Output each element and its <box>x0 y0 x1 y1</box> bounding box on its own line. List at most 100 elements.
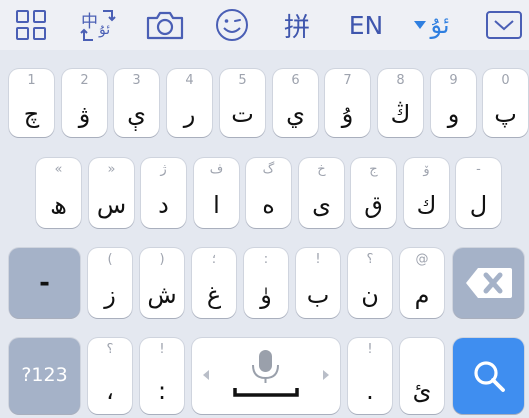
camera-icon[interactable] <box>142 0 188 50</box>
letter-key[interactable]: 7ۇ <box>325 69 370 137</box>
key-label: ق <box>364 191 383 219</box>
key-label: غ <box>206 281 222 309</box>
key-hint: ! <box>367 342 373 357</box>
pinyin-icon[interactable]: 拼 <box>276 0 318 50</box>
key-label: ڭ <box>390 100 411 128</box>
key-colon[interactable]: ! : <box>140 338 184 414</box>
letter-key[interactable]: » س <box>89 158 134 228</box>
key-hint: 9 <box>449 73 458 88</box>
key-label: ئ <box>412 377 432 405</box>
letter-key[interactable]: ژد <box>141 158 186 228</box>
key-hint: ؟ <box>106 342 114 357</box>
key-label: ت <box>231 100 254 128</box>
letter-key[interactable]: ! ب <box>296 248 340 318</box>
key-hint: گ <box>262 162 275 177</box>
key-label: چ <box>23 100 40 128</box>
letter-key[interactable]: ؟ ن <box>348 248 392 318</box>
key-hint: ج <box>369 162 378 177</box>
letter-key[interactable]: 3ې <box>114 69 159 137</box>
backspace-icon <box>466 268 512 298</box>
numbers-switch-key[interactable]: ?123 <box>9 338 80 414</box>
key-hint: ؛ <box>211 252 217 267</box>
letter-key[interactable]: (ز <box>88 248 132 318</box>
key-hint: ۆ <box>423 162 430 177</box>
key-hint: 0 <box>501 73 510 88</box>
letter-key[interactable]: @ م <box>400 248 444 318</box>
key-hint: » <box>107 162 116 177</box>
letter-key[interactable]: 1چ <box>9 69 54 137</box>
search-icon <box>474 361 505 392</box>
current-language-label: ئۇ <box>430 11 450 39</box>
key-hint: « <box>54 162 63 177</box>
key-label: ا <box>213 191 220 219</box>
letter-key[interactable]: :ۈ <box>244 248 288 318</box>
key-hint: @ <box>415 252 429 267</box>
translate-icon[interactable]: 中 ئۇ <box>76 0 122 50</box>
key-label: : <box>157 377 167 405</box>
letter-key[interactable]: 0پ <box>483 69 528 137</box>
key-label: ر <box>183 100 196 128</box>
key-label: ي <box>286 100 305 128</box>
key-hint: ! <box>159 342 165 357</box>
key-label: ۇ <box>341 100 354 128</box>
key-hamza[interactable]: ئ <box>400 338 444 414</box>
key-hint: خ <box>317 162 326 177</box>
letter-key[interactable]: 2ۋ <box>62 69 107 137</box>
english-switch[interactable]: EN <box>343 0 389 50</box>
letter-key[interactable]: جق <box>351 158 396 228</box>
emoji-icon[interactable] <box>210 0 254 50</box>
key-label: ى <box>312 191 331 219</box>
letter-key[interactable]: فا <box>194 158 239 228</box>
key-label: ، <box>106 377 114 405</box>
uyghur-language-dropdown[interactable]: ئۇ <box>402 0 462 50</box>
key-hint: : <box>263 252 269 267</box>
dash-key-label: - <box>39 268 50 298</box>
key-label: ۋ <box>78 100 91 128</box>
key-label: ز <box>104 281 116 309</box>
key-label: ش <box>147 281 177 309</box>
key-label: م <box>414 281 430 309</box>
letter-key[interactable]: خى <box>299 158 344 228</box>
letter-key[interactable]: گە <box>246 158 291 228</box>
letter-key[interactable]: -ل <box>456 158 501 228</box>
letter-key[interactable]: 6ي <box>273 69 318 137</box>
hide-keyboard-icon[interactable] <box>482 0 526 50</box>
key-hint: 6 <box>291 73 300 88</box>
key-hint: 5 <box>238 73 247 88</box>
key-label: ۈ <box>260 281 272 309</box>
letter-key[interactable]: 4ر <box>167 69 212 137</box>
keyboard-toolbar: 中 ئۇ 拼 EN ئۇ <box>0 0 529 50</box>
space-key[interactable] <box>192 338 340 414</box>
letter-key[interactable]: 9و <box>431 69 476 137</box>
key-comma[interactable]: ؟ ، <box>88 338 132 414</box>
key-hint: 2 <box>80 73 89 88</box>
key-label: س <box>96 191 127 219</box>
key-label: . <box>366 377 374 405</box>
pinyin-label: 拼 <box>283 12 310 43</box>
key-hint: ف <box>209 162 224 177</box>
search-key[interactable] <box>453 338 524 414</box>
letter-key[interactable]: ) ش <box>140 248 184 318</box>
letter-key[interactable]: 5ت <box>220 69 265 137</box>
key-label: ە <box>262 191 275 219</box>
key-label: ې <box>127 100 146 128</box>
letter-key[interactable]: ۆك <box>404 158 449 228</box>
dropdown-arrow-icon <box>414 21 427 29</box>
key-period[interactable]: ! . <box>348 338 392 414</box>
grid-menu-icon[interactable] <box>10 0 52 50</box>
dash-key[interactable]: - <box>9 248 80 318</box>
letter-key[interactable]: 8ڭ <box>378 69 423 137</box>
backspace-key[interactable] <box>453 248 524 318</box>
letter-key[interactable]: ؛ غ <box>192 248 236 318</box>
key-hint: 4 <box>185 73 194 88</box>
key-hint: 1 <box>27 73 36 88</box>
letter-key[interactable]: «ھ <box>36 158 81 228</box>
numbers-switch-label: ?123 <box>21 364 68 386</box>
key-hint: 3 <box>132 73 141 88</box>
key-label: ك <box>416 191 437 219</box>
key-label: ھ <box>50 191 67 219</box>
key-hint: ژ <box>160 162 167 177</box>
key-label: پ <box>494 100 517 128</box>
key-hint: 7 <box>343 73 352 88</box>
key-hint: 8 <box>396 73 405 88</box>
